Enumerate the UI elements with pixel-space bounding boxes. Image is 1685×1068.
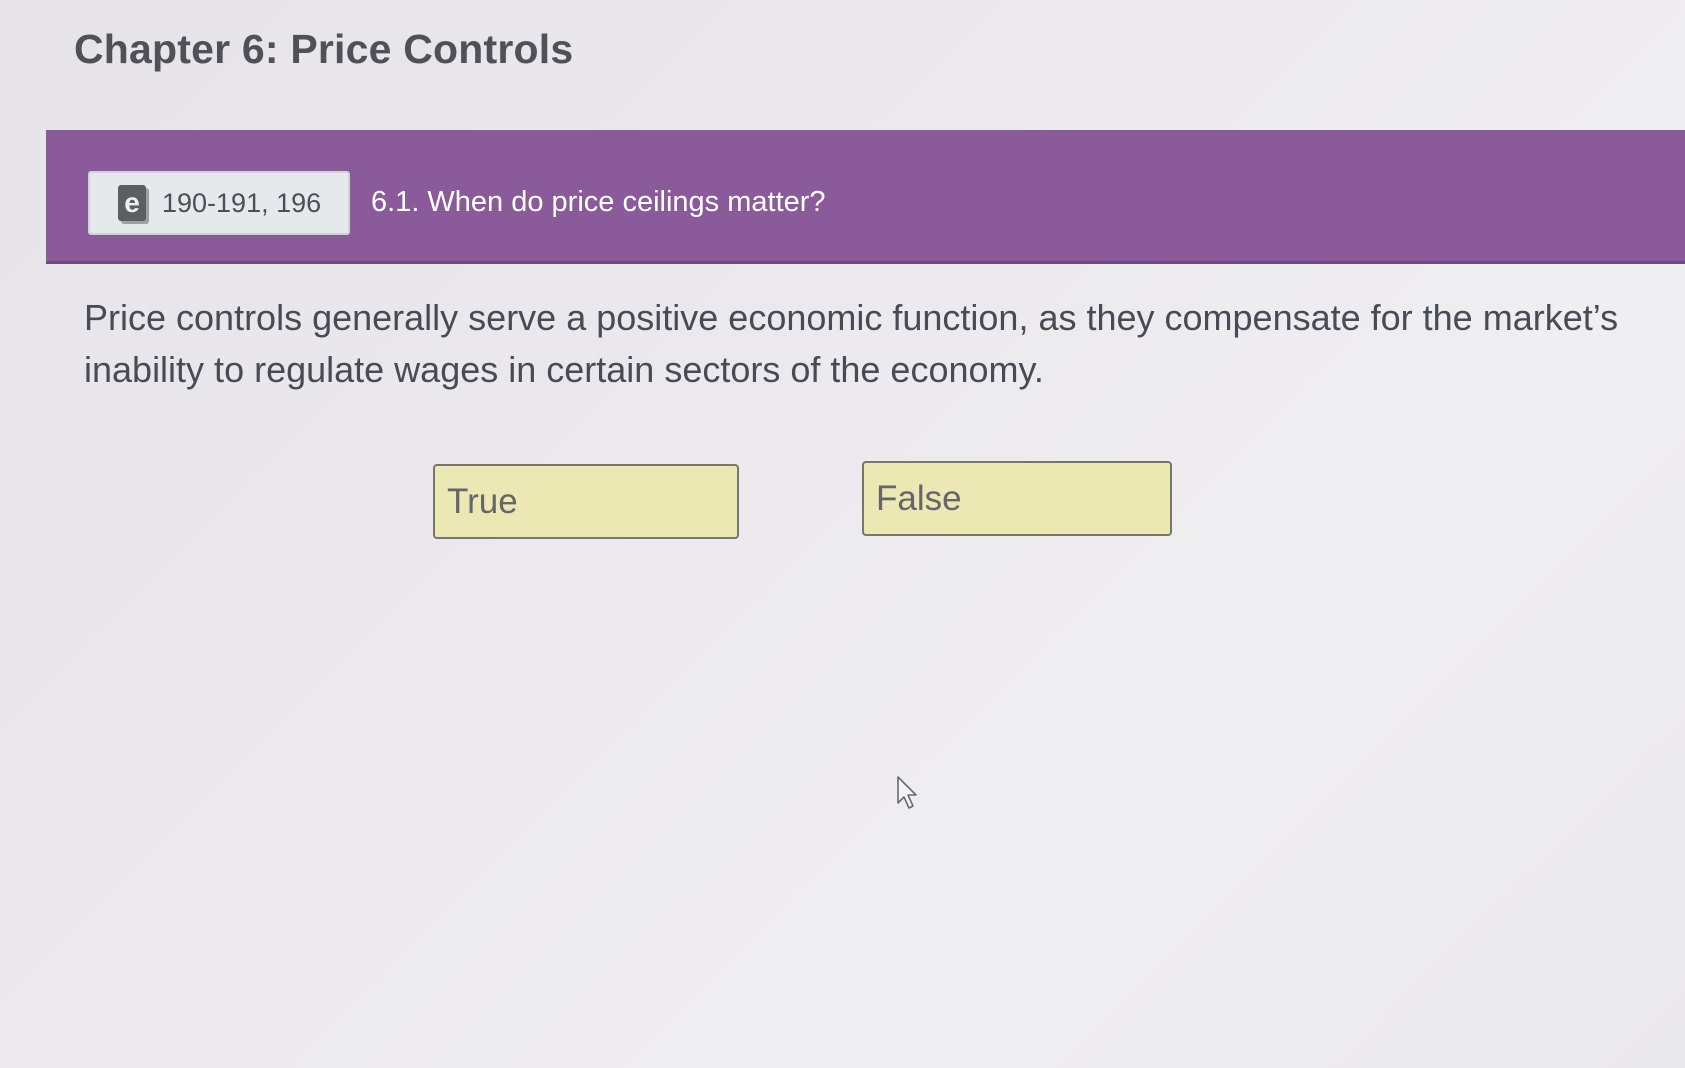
reference-pages: 190-191, 196 — [162, 187, 322, 218]
question-heading: 6.1. When do price ceilings matter? — [371, 186, 826, 218]
page-title: Chapter 6: Price Controls — [74, 26, 574, 72]
pointer-arrow-icon — [897, 776, 917, 809]
false-button[interactable]: False — [862, 461, 1172, 536]
ebook-reference-button[interactable]: e 190-191, 196 — [88, 171, 350, 235]
question-text: Price controls generally serve a positiv… — [84, 297, 1619, 390]
true-button[interactable]: True — [433, 464, 739, 539]
ebook-icon: e — [118, 185, 146, 221]
question-banner: e 190-191, 196 6.1. When do price ceilin… — [46, 130, 1685, 264]
